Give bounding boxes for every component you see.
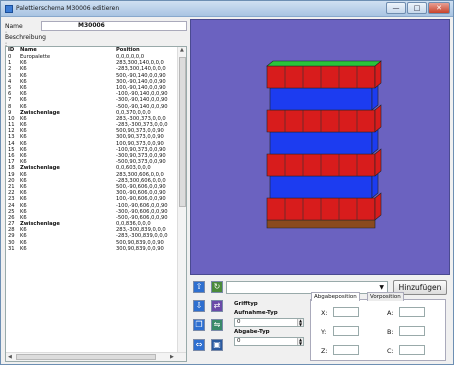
vertical-scroll-thumb[interactable]: [179, 57, 186, 207]
layer-blue: [269, 175, 373, 199]
name-field[interactable]: M30006: [41, 21, 187, 31]
y-label: Y:: [321, 328, 327, 336]
header-name: Name: [20, 47, 37, 53]
pallet: [266, 219, 376, 229]
tab-abgabeposition[interactable]: Abgabeposition: [311, 292, 360, 301]
z-input[interactable]: [333, 345, 359, 355]
cell-id: 31: [8, 245, 15, 252]
aufnahme-spinner[interactable]: 0 ▲ ▼: [234, 318, 304, 327]
layer-side-red: [374, 192, 382, 221]
position-list[interactable]: ID Name Position 0 Europalette 0,0,0,0,0,0…: [5, 46, 187, 362]
pallet-stack-render: [266, 60, 382, 229]
3d-viewport[interactable]: [190, 19, 450, 275]
position-list-rows: ID Name Position 0 Europalette 0,0,0,0,0,0…: [6, 47, 178, 353]
copy-icon[interactable]: ❐: [193, 319, 205, 331]
b-input[interactable]: [399, 326, 425, 336]
top-surface: [266, 60, 382, 67]
y-input[interactable]: [333, 326, 359, 336]
table-row[interactable]: 31 K6 300,90,839,0,0,90: [6, 246, 178, 252]
z-label: Z:: [321, 347, 328, 355]
header-position: Position: [116, 47, 140, 53]
aufnahme-label: Aufnahme-Typ: [234, 310, 278, 316]
editor-window: Palettierschema M30006 editieren — □ ✕ N…: [0, 0, 454, 365]
close-button[interactable]: ✕: [428, 2, 450, 14]
grifftyp-label: Grifftyp: [234, 301, 258, 307]
header-id: ID: [8, 47, 15, 53]
c-label: C:: [387, 347, 394, 355]
flip-icon[interactable]: ⇋: [211, 319, 223, 331]
a-input[interactable]: [399, 307, 425, 317]
control-panel: ⇧ ↻ ▼ Hinzufügen ⇩ ⇄ ❐ ⇋ ⇔ ▣ Grifftyp Au…: [190, 277, 450, 363]
save-icon[interactable]: ▣: [211, 339, 223, 351]
cell-name: K6: [20, 245, 27, 252]
list-header: ID Name Position: [6, 47, 178, 54]
horizontal-scrollbar[interactable]: ◀ ▶: [6, 352, 186, 361]
position-tabs: Abgabeposition Vorposition X: Y: Z: A: B…: [310, 292, 446, 361]
app-icon: [5, 5, 13, 13]
swap-icon[interactable]: ⇄: [211, 300, 223, 312]
horizontal-scroll-thumb[interactable]: [16, 354, 156, 360]
chevron-down-icon[interactable]: ▼: [379, 284, 384, 291]
b-label: B:: [387, 328, 394, 336]
move-down-icon[interactable]: ⇩: [193, 300, 205, 312]
spin-arrows-icon[interactable]: ▲ ▼: [297, 338, 303, 345]
minimize-button[interactable]: —: [386, 2, 406, 14]
move-up-icon[interactable]: ⇧: [193, 281, 205, 293]
title-bar: Palettierschema M30006 editieren — □ ✕: [1, 1, 453, 17]
abgabe-value: 0: [237, 338, 241, 344]
layer-blue: [269, 87, 373, 111]
layer-blue: [269, 131, 373, 155]
aufnahme-value: 0: [237, 319, 241, 325]
tab-vorposition[interactable]: Vorposition: [367, 292, 404, 301]
a-label: A:: [387, 309, 394, 317]
align-icon[interactable]: ⇔: [193, 339, 205, 351]
item-dropdown[interactable]: ▼: [226, 281, 388, 294]
scroll-up-icon[interactable]: ▲: [180, 47, 184, 53]
maximize-button[interactable]: □: [407, 2, 427, 14]
window-title: Palettierschema M30006 editieren: [16, 5, 120, 12]
abgabe-label: Abgabe-Typ: [234, 329, 270, 335]
scroll-left-icon[interactable]: ◀: [8, 354, 12, 360]
cell-pos: 300,90,839,0,0,90: [116, 245, 164, 252]
scroll-right-icon[interactable]: ▶: [170, 354, 174, 360]
layer-side-red: [374, 104, 382, 133]
layer-side-red: [374, 148, 382, 177]
x-input[interactable]: [333, 307, 359, 317]
vertical-scrollbar[interactable]: ▲: [177, 47, 186, 353]
abgabe-spinner[interactable]: 0 ▲ ▼: [234, 337, 304, 346]
rotate-icon[interactable]: ↻: [211, 281, 223, 293]
c-input[interactable]: [399, 345, 425, 355]
x-label: X:: [321, 309, 328, 317]
spin-arrows-icon[interactable]: ▲ ▼: [297, 319, 303, 326]
